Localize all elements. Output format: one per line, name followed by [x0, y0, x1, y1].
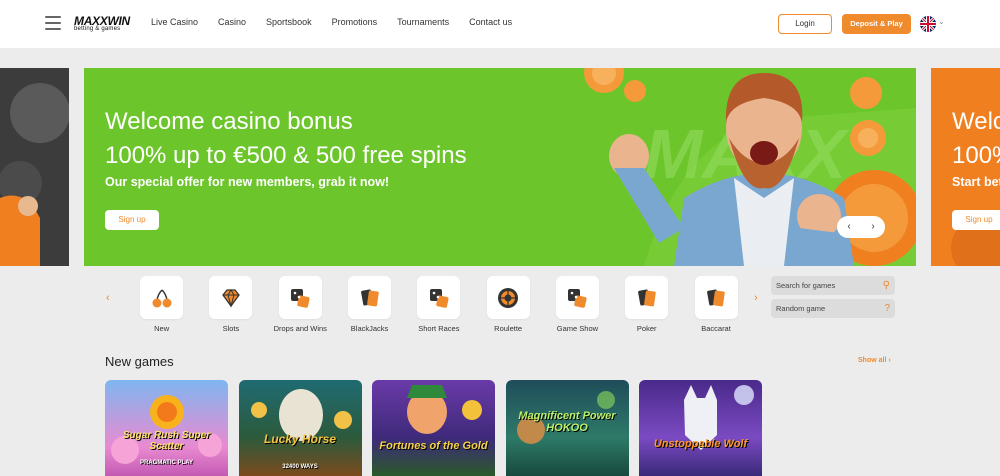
- game-title: Fortunes of the Gold: [379, 440, 488, 452]
- category-drops-and-wins[interactable]: Drops and Wins: [266, 276, 335, 333]
- dice-icon: [278, 276, 322, 319]
- category-prev-icon[interactable]: ‹: [106, 292, 110, 304]
- cards-icon: [348, 276, 392, 319]
- banner-title: Welcome casino bonus: [105, 108, 353, 135]
- game-card-unstoppable-wolf[interactable]: Unstoppable Wolf: [639, 380, 762, 476]
- games-row: Sugar Rush Super Scatter PRAGMATIC PLAY …: [105, 380, 773, 476]
- random-game-button[interactable]: Random game ?: [771, 299, 895, 318]
- cherries-icon: [140, 276, 184, 319]
- nav-sportsbook[interactable]: Sportsbook: [266, 17, 312, 27]
- game-title: Unstoppable Wolf: [653, 438, 748, 450]
- category-bar: New Slots Drops and Wins BlackJacks Shor…: [127, 276, 751, 333]
- category-label: Roulette: [494, 324, 523, 333]
- game-provider: PRAGMATIC PLAY: [139, 460, 193, 466]
- category-label: Game Show: [556, 324, 599, 333]
- dice-icon: [417, 276, 461, 319]
- chevron-down-icon[interactable]: ⌄: [938, 17, 945, 26]
- category-slots[interactable]: Slots: [196, 276, 265, 333]
- game-card-lucky-horse[interactable]: Lucky Horse 32400 WAYS: [238, 380, 362, 476]
- game-title: Magnificent Power HOKOO: [518, 410, 616, 434]
- category-label: Slots: [222, 324, 240, 333]
- uk-flag-icon[interactable]: [920, 16, 936, 32]
- nav-tournaments[interactable]: Tournaments: [397, 17, 449, 27]
- category-blackjacks[interactable]: BlackJacks: [335, 276, 404, 333]
- category-label: Poker: [636, 324, 657, 333]
- category-label: BlackJacks: [350, 324, 389, 333]
- chevron-right-icon[interactable]: ›: [861, 216, 885, 238]
- diamond-icon: [209, 276, 253, 319]
- game-card-fortunes-of-the-gold[interactable]: Fortunes of the Gold: [372, 380, 495, 476]
- search-input[interactable]: Search for games ⚲: [771, 276, 895, 295]
- search-icon[interactable]: ⚲: [883, 276, 890, 295]
- category-roulette[interactable]: Roulette: [473, 276, 542, 333]
- game-provider: 32400 WAYS: [282, 464, 318, 470]
- deposit-button[interactable]: Deposit & Play: [842, 14, 911, 34]
- next-slide-signup-button[interactable]: Sign up: [952, 210, 1000, 230]
- category-poker[interactable]: Poker: [612, 276, 681, 333]
- cards-icon: [625, 276, 669, 319]
- top-header: MAXXWIN betting & games Live Casino Casi…: [0, 0, 1000, 48]
- banner-offer: 100% up to €500 & 500 free spins: [105, 142, 467, 169]
- nav-promotions[interactable]: Promotions: [332, 17, 378, 27]
- category-label: Baccarat: [701, 324, 731, 333]
- next-slide-offer: 100%: [952, 142, 1000, 169]
- chevron-left-icon[interactable]: ‹: [837, 216, 861, 238]
- hero-banner: MAXX Welcome casino bonus 100% up to €50…: [84, 68, 916, 266]
- section-title: New games: [105, 354, 174, 369]
- banner-slide-previous[interactable]: [0, 68, 69, 266]
- game-card-sugar-rush[interactable]: Sugar Rush Super Scatter PRAGMATIC PLAY: [105, 380, 228, 476]
- random-question-icon: ?: [884, 303, 890, 314]
- category-next-icon[interactable]: ›: [754, 292, 758, 304]
- game-title: Lucky Horse: [263, 432, 337, 446]
- category-label: New: [154, 324, 170, 333]
- category-new[interactable]: New: [127, 276, 196, 333]
- category-game-show[interactable]: Game Show: [543, 276, 612, 333]
- category-label: Drops and Wins: [273, 324, 327, 333]
- banner-signup-button[interactable]: Sign up: [105, 210, 159, 230]
- banner-slide-next[interactable]: Welc 100% Start bet Sign up: [931, 68, 1000, 266]
- next-slide-title: Welc: [952, 108, 1000, 135]
- login-button[interactable]: Login: [778, 14, 832, 34]
- nav-contact-us[interactable]: Contact us: [469, 17, 512, 27]
- game-title: Sugar Rush Super Scatter: [122, 430, 211, 452]
- nav-casino[interactable]: Casino: [218, 17, 246, 27]
- cards-icon: [694, 276, 738, 319]
- category-baccarat[interactable]: Baccarat: [681, 276, 750, 333]
- next-slide-subtitle: Start bet: [952, 175, 1000, 189]
- category-short-races[interactable]: Short Races: [404, 276, 473, 333]
- roulette-icon: [486, 276, 530, 319]
- menu-icon[interactable]: [45, 16, 61, 30]
- banner-arrows: ‹ ›: [837, 216, 885, 238]
- site-logo[interactable]: MAXXWIN betting & games: [74, 14, 130, 33]
- main-nav: Live Casino Casino Sportsbook Promotions…: [151, 17, 532, 27]
- show-all-link[interactable]: Show all ›: [858, 357, 891, 364]
- dice-icon: [555, 276, 599, 319]
- category-label: Short Races: [418, 324, 460, 333]
- game-card-hokoo[interactable]: Magnificent Power HOKOO: [505, 380, 629, 476]
- search-placeholder: Search for games: [776, 281, 836, 290]
- random-game-label: Random game: [776, 304, 826, 313]
- banner-subtitle: Our special offer for new members, grab …: [105, 175, 390, 189]
- logo-text: MAXXWIN: [74, 14, 130, 28]
- nav-live-casino[interactable]: Live Casino: [151, 17, 198, 27]
